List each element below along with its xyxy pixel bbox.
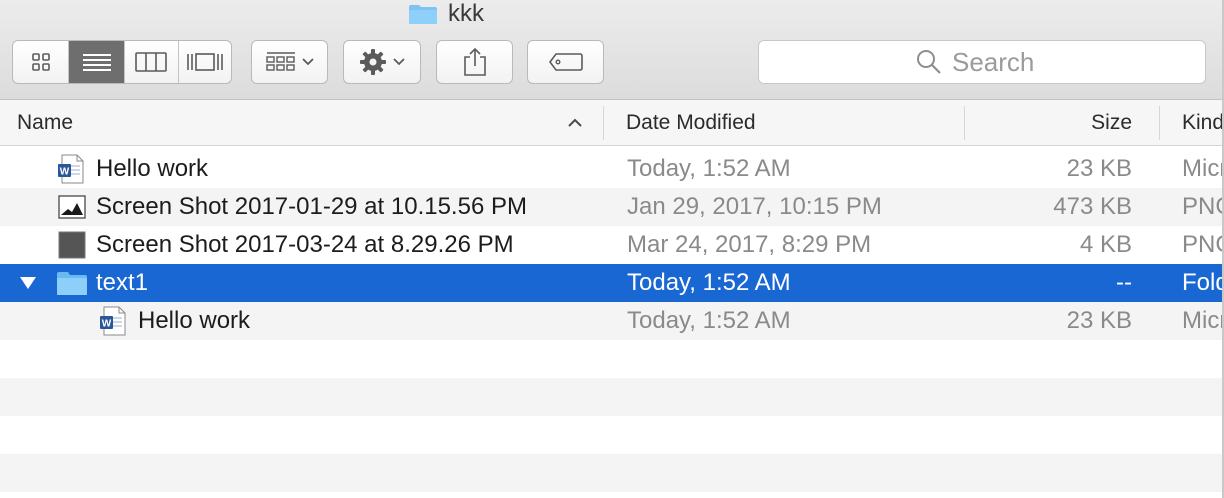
file-date: Today, 1:52 AM bbox=[627, 155, 791, 182]
view-mode-control bbox=[12, 40, 232, 84]
share-button[interactable] bbox=[436, 40, 513, 84]
column-divider[interactable] bbox=[603, 106, 604, 140]
file-size: -- bbox=[1116, 269, 1132, 296]
file-name: Hello work bbox=[138, 307, 251, 334]
column-header-name[interactable]: Name bbox=[17, 100, 73, 145]
icon-view-icon bbox=[31, 53, 50, 71]
empty-row bbox=[0, 416, 1224, 454]
icon-view-button[interactable] bbox=[13, 41, 70, 83]
column-view-icon bbox=[135, 52, 168, 72]
file-size: 23 KB bbox=[1066, 155, 1132, 182]
column-header-kind[interactable]: Kind bbox=[1182, 100, 1222, 145]
search-input[interactable] bbox=[952, 46, 1048, 78]
file-date: Jan 29, 2017, 10:15 PM bbox=[627, 193, 882, 220]
action-button[interactable] bbox=[343, 40, 421, 84]
svg-text:W: W bbox=[102, 319, 112, 330]
disclosure-triangle-icon[interactable] bbox=[18, 264, 38, 302]
folder-icon bbox=[56, 264, 88, 302]
tag-button[interactable] bbox=[527, 40, 604, 84]
chevron-down-icon bbox=[393, 58, 405, 66]
toolbar: kkk bbox=[0, 0, 1224, 100]
column-header-size[interactable]: Size bbox=[966, 100, 1132, 145]
share-icon bbox=[463, 47, 486, 76]
word-doc-icon: W bbox=[57, 150, 85, 188]
word-doc-icon: W bbox=[99, 302, 127, 340]
file-kind: Microsoft Word document bbox=[1182, 307, 1222, 334]
file-kind: Folder bbox=[1182, 269, 1222, 296]
column-header: Name Date Modified Size Kind bbox=[0, 100, 1224, 146]
chevron-down-icon bbox=[301, 58, 314, 66]
column-header-kind-label: Kind bbox=[1182, 110, 1222, 134]
arrange-grid-icon bbox=[265, 52, 295, 71]
column-view-button[interactable] bbox=[125, 41, 179, 83]
file-date: Mar 24, 2017, 8:29 PM bbox=[627, 231, 872, 258]
file-row[interactable]: W Hello work Today, 1:52 AM 23 KB Micros… bbox=[0, 150, 1224, 188]
empty-row bbox=[0, 378, 1224, 416]
list-view-icon bbox=[82, 54, 111, 71]
tag-icon bbox=[548, 53, 583, 71]
arrange-button[interactable] bbox=[251, 40, 328, 84]
cover-flow-icon bbox=[186, 53, 223, 71]
file-date: Today, 1:52 AM bbox=[627, 307, 791, 334]
gear-icon bbox=[360, 49, 386, 75]
folder-icon bbox=[409, 5, 437, 24]
window-title: kkk bbox=[408, 0, 484, 28]
file-kind: Microsoft Word document bbox=[1182, 155, 1222, 182]
search-icon bbox=[917, 50, 941, 74]
file-row[interactable]: Screen Shot 2017-03-24 at 8.29.26 PM Mar… bbox=[0, 226, 1224, 264]
file-name: Screen Shot 2017-03-24 at 8.29.26 PM bbox=[96, 231, 514, 258]
file-kind: PNG image bbox=[1182, 231, 1222, 258]
column-divider[interactable] bbox=[1159, 106, 1160, 140]
window-title-text: kkk bbox=[448, 0, 484, 27]
file-size: 473 KB bbox=[1053, 193, 1132, 220]
svg-text:W: W bbox=[60, 167, 70, 178]
column-header-date[interactable]: Date Modified bbox=[626, 100, 756, 145]
file-row-selected[interactable]: text1 Today, 1:52 AM -- Folder bbox=[0, 264, 1224, 302]
file-row[interactable]: Screen Shot 2017-01-29 at 10.15.56 PM Ja… bbox=[0, 188, 1224, 226]
file-name: Screen Shot 2017-01-29 at 10.15.56 PM bbox=[96, 193, 527, 220]
file-row[interactable]: W Hello work Today, 1:52 AM 23 KB Micros… bbox=[0, 302, 1224, 340]
sort-ascending-icon[interactable] bbox=[566, 114, 584, 132]
search-field[interactable] bbox=[758, 40, 1206, 84]
file-kind: PNG image bbox=[1182, 193, 1222, 220]
empty-row bbox=[0, 454, 1224, 492]
column-header-date-label: Date Modified bbox=[626, 110, 756, 134]
file-name: Hello work bbox=[96, 155, 209, 182]
image-thumbnail-icon bbox=[58, 188, 86, 226]
column-divider[interactable] bbox=[964, 106, 965, 140]
file-size: 23 KB bbox=[1066, 307, 1132, 334]
column-header-size-label: Size bbox=[1091, 110, 1132, 134]
cover-flow-button[interactable] bbox=[179, 41, 232, 83]
empty-row bbox=[0, 340, 1224, 378]
file-size: 4 KB bbox=[1079, 231, 1132, 258]
file-name: text1 bbox=[96, 269, 149, 296]
file-date: Today, 1:52 AM bbox=[627, 269, 791, 296]
column-header-name-label: Name bbox=[17, 110, 74, 134]
image-thumbnail-dark-icon bbox=[58, 226, 86, 264]
list-view-button[interactable] bbox=[69, 41, 125, 83]
